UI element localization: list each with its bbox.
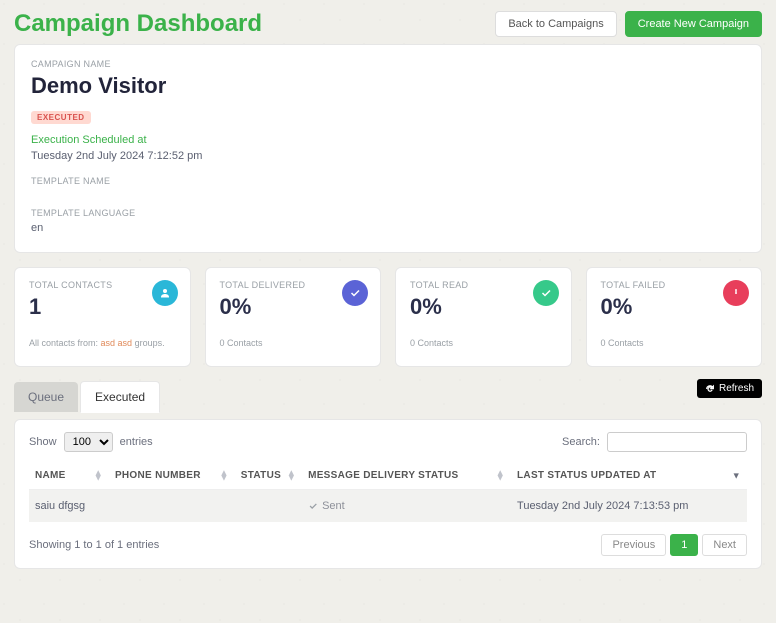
campaign-name-label: CAMPAIGN NAME [31,59,745,69]
stat-card-delivered: TOTAL DELIVERED 0% 0 Contacts [205,267,382,367]
results-table: NAME▲▼ PHONE NUMBER▲▼ STATUS▲▼ MESSAGE D… [29,462,747,522]
stat-card-contacts: TOTAL CONTACTS 1 All contacts from: asd … [14,267,191,367]
col-name[interactable]: NAME▲▼ [29,462,109,490]
search-input[interactable] [607,432,747,452]
col-updated[interactable]: LAST STATUS UPDATED AT▼ [511,462,747,490]
pager-next[interactable]: Next [702,534,747,556]
cell-name: saiu dfgsg [29,490,109,523]
col-status[interactable]: STATUS▲▼ [235,462,302,490]
template-name-label: TEMPLATE NAME [31,176,745,186]
page-title: Campaign Dashboard [14,10,262,38]
stats-row: TOTAL CONTACTS 1 All contacts from: asd … [14,267,762,367]
template-language-label: TEMPLATE LANGUAGE [31,208,745,218]
stat-card-read: TOTAL READ 0% 0 Contacts [395,267,572,367]
stat-card-failed: TOTAL FAILED 0% 0 Contacts [586,267,763,367]
refresh-button[interactable]: Refresh [697,379,762,398]
campaign-details-panel: CAMPAIGN NAME Demo Visitor EXECUTED Exec… [14,44,762,253]
cell-phone [109,490,235,523]
check-badge-icon [533,280,559,306]
check-circle-icon [342,280,368,306]
alert-icon [723,280,749,306]
top-actions: Back to Campaigns Create New Campaign [495,11,762,37]
length-control: Show 102550100 entries [29,432,153,452]
stat-sub: 0 Contacts [601,338,748,348]
stat-sub: 0 Contacts [410,338,557,348]
cell-delivery: Sent [302,490,511,523]
person-icon [152,280,178,306]
pager: Previous 1 Next [601,534,747,556]
refresh-icon [705,384,715,394]
pager-page-1[interactable]: 1 [670,534,698,556]
stat-sub: 0 Contacts [220,338,367,348]
table-panel: Show 102550100 entries Search: NAME▲▼ PH… [14,419,762,569]
campaign-name: Demo Visitor [31,73,745,99]
length-select[interactable]: 102550100 [64,432,113,452]
cell-status [235,490,302,523]
table-row: saiu dfgsg Sent Tuesday 2nd July 2024 7:… [29,490,747,523]
cell-updated: Tuesday 2nd July 2024 7:13:53 pm [511,490,747,523]
check-icon [308,501,318,511]
stat-sub: All contacts from: asd asd groups. [29,338,176,348]
tabs-row: Queue Executed Refresh [14,381,762,413]
create-new-campaign-button[interactable]: Create New Campaign [625,11,762,37]
status-badge: EXECUTED [31,111,91,124]
pager-prev[interactable]: Previous [601,534,666,556]
col-delivery[interactable]: MESSAGE DELIVERY STATUS▲▼ [302,462,511,490]
search-control: Search: [562,432,747,452]
col-phone[interactable]: PHONE NUMBER▲▼ [109,462,235,490]
execution-scheduled-time: Tuesday 2nd July 2024 7:12:52 pm [31,150,745,162]
tab-queue[interactable]: Queue [14,382,78,412]
back-to-campaigns-button[interactable]: Back to Campaigns [495,11,616,37]
template-language: en [31,222,745,234]
execution-scheduled-label: Execution Scheduled at [31,134,745,146]
table-info: Showing 1 to 1 of 1 entries [29,539,159,551]
tab-executed[interactable]: Executed [80,381,160,413]
